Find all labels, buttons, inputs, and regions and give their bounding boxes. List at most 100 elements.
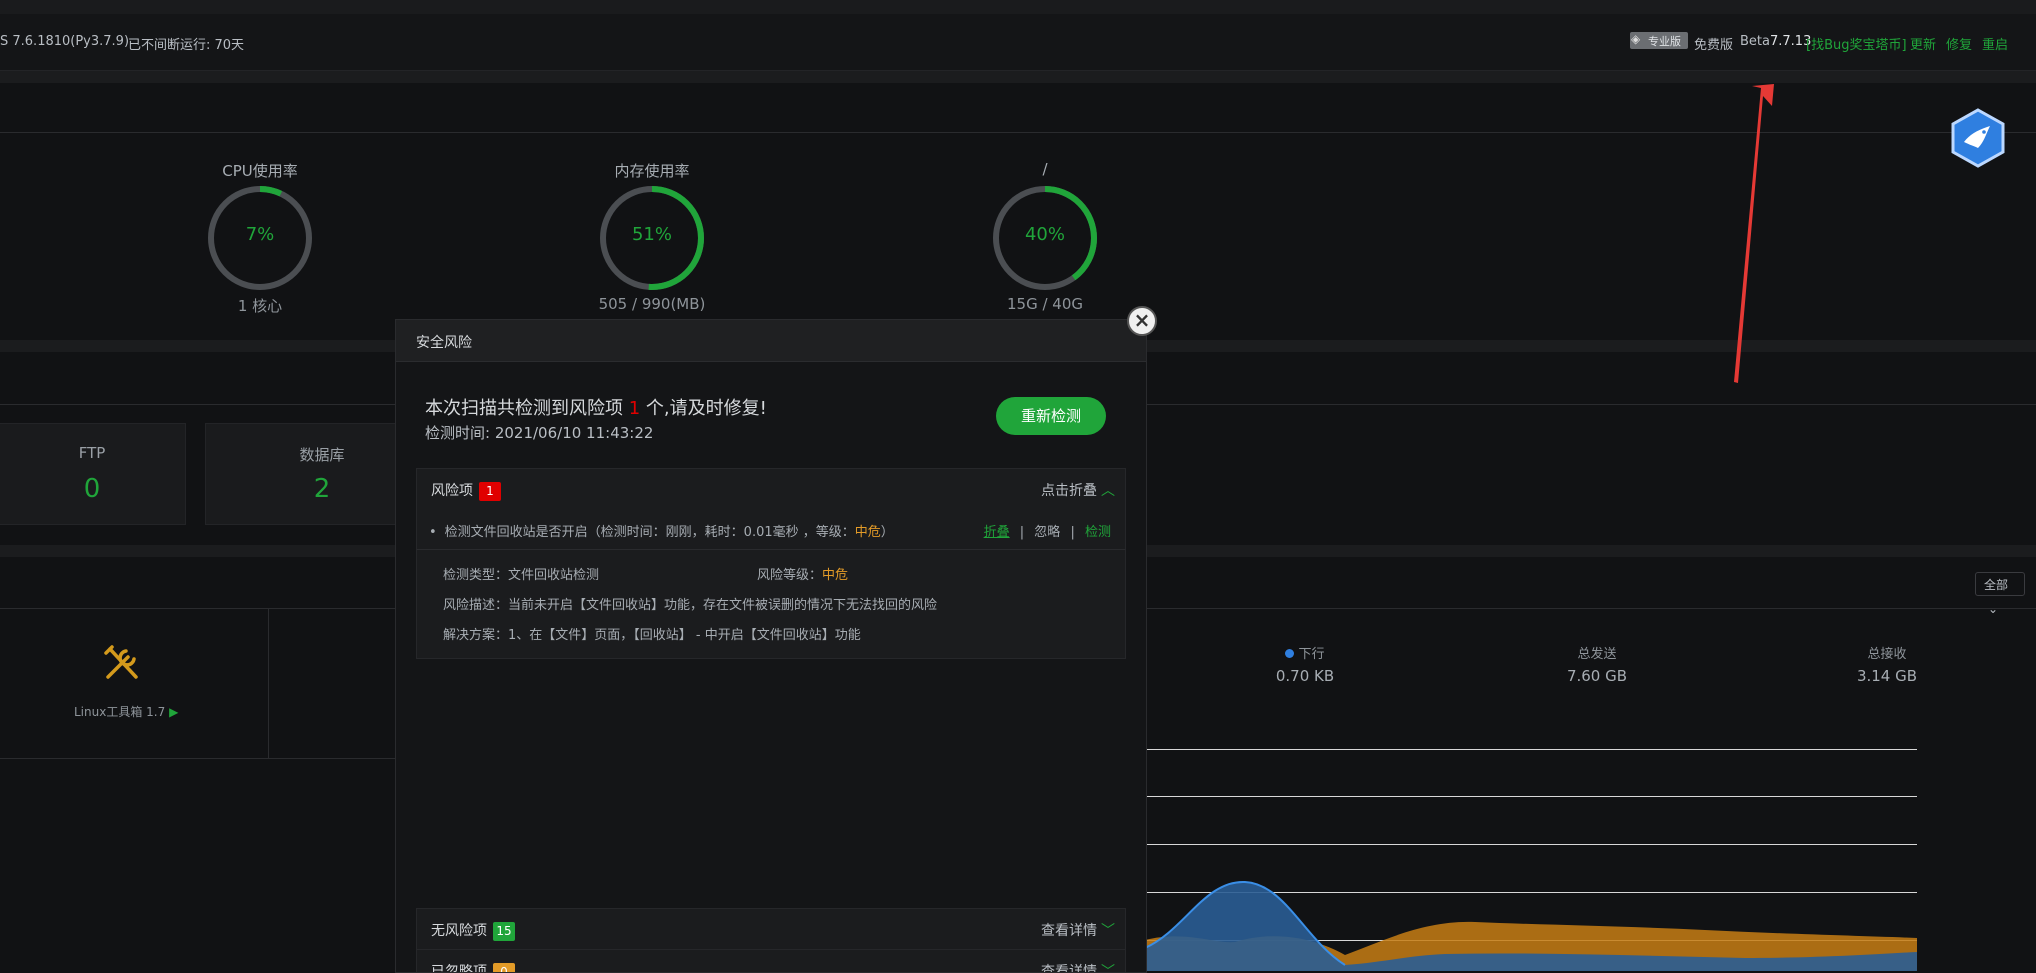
- restart-link[interactable]: 重启: [1982, 34, 2008, 53]
- divider-band: [0, 71, 2036, 83]
- risk-level-value: 中危: [822, 568, 849, 583]
- ftp-count: 0: [83, 474, 101, 504]
- ignored-section-title: 已忽略项 0: [431, 961, 515, 973]
- collapse-toggle[interactable]: 点击折叠 ︿: [1041, 480, 1115, 500]
- close-icon[interactable]: ×: [1127, 306, 1157, 336]
- divider: [268, 609, 269, 759]
- modal-title: 安全风险: [416, 335, 472, 351]
- fix-solution: 解决方案：1、在【文件】页面，【回收站】 - 中开启【文件回收站】功能: [443, 624, 861, 643]
- software-name: Linux工具箱 1.7: [74, 705, 166, 719]
- scan-time-label: 检测时间:: [425, 424, 495, 442]
- total-recv-value: 3.14 GB: [1856, 667, 1918, 685]
- software-item[interactable]: Linux工具箱 1.7 ▶: [74, 703, 178, 720]
- uptime-text: 已不间断运行: 70天: [128, 38, 245, 53]
- memory-percent: 51%: [631, 224, 672, 245]
- top-strip: [0, 0, 2036, 14]
- ignored-section-header[interactable]: 已忽略项 0 查看详情 ﹀: [416, 949, 1126, 973]
- safe-section-title: 无风险项 15: [431, 920, 515, 941]
- summary-suffix: 个,请及时修复!: [640, 398, 767, 419]
- risk-item-text: • 检测文件回收站是否开启（检测时间：刚刚，耗时：0.01毫秒 ，等级：中危）: [429, 521, 894, 540]
- risk-description-value: 当前未开启【文件回收站】功能，存在文件被误删的情况下无法找回的风险: [508, 598, 938, 613]
- cpu-gauge-title: CPU使用率: [222, 162, 298, 180]
- beta-label: Beta: [1740, 34, 1770, 49]
- free-label: 免费版: [1694, 38, 1734, 53]
- risk-section-title: 风险项 1: [431, 480, 501, 501]
- download-label: 下行: [1225, 643, 1385, 662]
- scan-time-value: 2021/06/10 11:43:22: [494, 424, 654, 442]
- play-icon[interactable]: ▶: [169, 705, 178, 719]
- arrow-up-icon: [1734, 84, 1774, 383]
- ignored-count-badge: 0: [493, 963, 515, 972]
- chart-gridline: [1145, 749, 1917, 750]
- fix-solution-value: 1、在【文件】页面，【回收站】 - 中开启【文件回收站】功能: [508, 628, 861, 643]
- modal-header: 安全风险: [396, 320, 1146, 362]
- collapse-toggle-label: 点击折叠: [1041, 483, 1097, 499]
- ignored-title-text: 已忽略项: [431, 964, 487, 973]
- safe-toggle-label: 查看详情: [1041, 923, 1097, 939]
- risk-item-level: 中危: [854, 525, 881, 540]
- bug-reward-link[interactable]: [找Bug奖宝塔币]: [1806, 34, 1907, 53]
- risk-item-actions: 折叠 | 忽略 | 检测: [984, 521, 1111, 540]
- system-info: S 7.6.1810(Py3.7.9): [0, 34, 130, 49]
- fold-link[interactable]: 折叠: [984, 525, 1010, 540]
- ftp-label: FTP: [78, 444, 106, 462]
- pro-badge[interactable]: ◈ 专业版: [1630, 32, 1688, 49]
- detection-type-label: 检测类型：: [443, 568, 509, 583]
- rescan-button[interactable]: 重新检测: [996, 397, 1106, 435]
- detection-type-value: 文件回收站检测: [508, 568, 600, 583]
- safe-view-details[interactable]: 查看详情 ﹀: [1041, 920, 1115, 940]
- summary-prefix: 本次扫描共检测到风险项: [425, 398, 629, 419]
- fix-solution-label: 解决方案：: [443, 628, 509, 643]
- ftp-card[interactable]: FTP 0: [0, 423, 186, 525]
- chart-gridline: [1145, 796, 1917, 797]
- cpu-percent: 7%: [245, 224, 275, 245]
- network-filter-select[interactable]: 全部 ⌄: [1975, 572, 2025, 616]
- bird-logo-icon[interactable]: [1950, 108, 2006, 168]
- disk-gauge-title: /: [1042, 160, 1048, 178]
- network-filter-value: 全部: [1984, 578, 2009, 592]
- detection-type: 检测类型：文件回收站检测: [443, 564, 599, 583]
- total-recv-label: 总接收: [1867, 647, 1907, 662]
- safe-title-text: 无风险项: [431, 923, 487, 939]
- safe-section-header[interactable]: 无风险项 15 查看详情 ﹀: [416, 908, 1126, 950]
- scan-summary: 本次扫描共检测到风险项 1 个,请及时修复!: [425, 394, 767, 420]
- cpu-cores: 1 核心: [237, 297, 283, 315]
- detect-link[interactable]: 检测: [1085, 525, 1111, 540]
- chevron-down-icon: ⌄: [1988, 602, 1999, 616]
- network-chart[interactable]: [1145, 870, 1917, 971]
- total-sent-value: 7.60 GB: [1566, 667, 1628, 685]
- risk-level: 风险等级：中危: [757, 564, 848, 583]
- risk-section-header[interactable]: 风险项 1 点击折叠 ︿: [416, 468, 1126, 510]
- top-bar: S 7.6.1810(Py3.7.9) 已不间断运行: 70天 ◈ 专业版 免费…: [0, 14, 2036, 71]
- chevron-up-icon: ︿: [1101, 483, 1115, 499]
- chevron-down-icon: ﹀: [1101, 923, 1115, 939]
- ignored-toggle-label: 查看详情: [1041, 964, 1097, 973]
- separator: |: [1019, 525, 1025, 540]
- divider: [0, 132, 2036, 133]
- risk-item-desc: 检测文件回收站是否开启（检测时间：刚刚，耗时：0.01毫秒 ，等级：: [444, 525, 855, 540]
- chevron-down-icon: ﹀: [1101, 964, 1115, 973]
- pro-label: 专业版: [1648, 35, 1681, 48]
- chart-gridline: [1145, 844, 1917, 845]
- risk-description: 风险描述：当前未开启【文件回收站】功能，存在文件被误删的情况下无法找回的风险: [443, 594, 937, 613]
- disk-usage: 15G / 40G: [1006, 295, 1083, 313]
- disk-percent: 40%: [1024, 224, 1065, 245]
- repair-link[interactable]: 修复: [1946, 34, 1972, 53]
- diamond-icon: ◈: [1631, 32, 1641, 46]
- ignore-link[interactable]: 忽略: [1034, 525, 1060, 540]
- bullet-icon: •: [429, 525, 437, 540]
- separator: |: [1070, 525, 1075, 540]
- total-sent-label: 总发送: [1577, 647, 1617, 662]
- tools-icon[interactable]: [102, 643, 142, 683]
- update-link[interactable]: 更新: [1910, 34, 1936, 53]
- risk-details: 检测类型：文件回收站检测 风险等级：中危 风险描述：当前未开启【文件回收站】功能…: [416, 549, 1126, 659]
- memory-usage: 505 / 990(MB): [598, 295, 706, 313]
- risk-title-text: 风险项: [431, 483, 473, 499]
- ignored-view-details[interactable]: 查看详情 ﹀: [1041, 961, 1115, 973]
- risk-count-badge: 1: [479, 482, 501, 501]
- risk-level-label: 风险等级：: [757, 568, 823, 583]
- download-value: 0.70 KB: [1275, 667, 1335, 685]
- download-label-text: 下行: [1298, 647, 1325, 662]
- memory-gauge-title: 内存使用率: [614, 162, 690, 180]
- risk-item-paren: ）: [880, 525, 894, 540]
